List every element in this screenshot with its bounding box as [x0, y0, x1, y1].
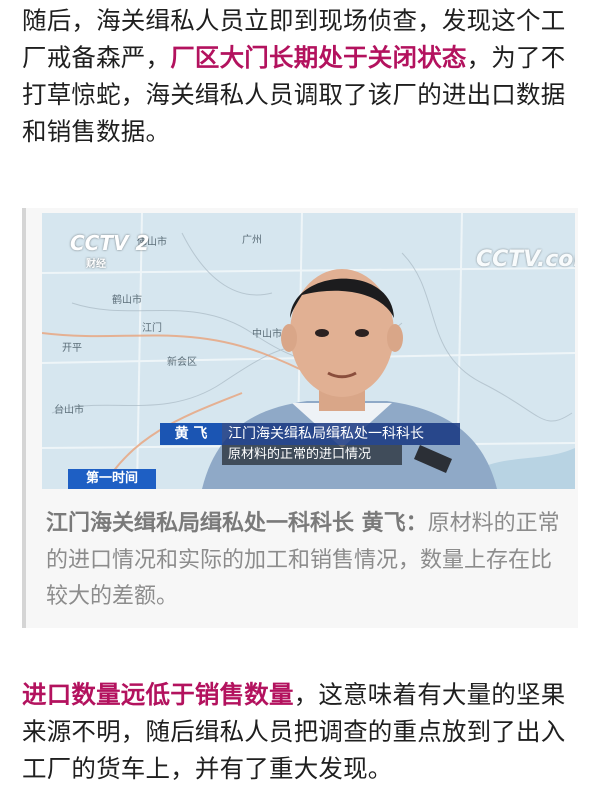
- map-label: 台山市: [54, 403, 84, 416]
- cctv-watermark: CCTV.com: [476, 247, 575, 272]
- map-label: 中山市: [252, 327, 282, 340]
- person-name-tag: 黄 飞: [160, 423, 222, 445]
- quote-caption: 江门海关缉私局缉私处一科科长 黄飞：原材料的正常的进口情况和实际的加工和销售情况…: [46, 506, 566, 616]
- program-name-tag: 第一时间: [68, 469, 156, 489]
- map-label: 广州: [242, 234, 262, 246]
- map-label: 江门: [142, 321, 162, 334]
- person-title-tag: 江门海关缉私局缉私处一科科长: [222, 423, 460, 445]
- lower-third-caption: 黄 飞 江门海关缉私局缉私处一科科长 原材料的正常的进口情况: [160, 421, 460, 471]
- paragraph-1-highlight: 厂区大门长期处于关闭状态: [170, 43, 467, 72]
- map-label: 新会区: [167, 355, 197, 368]
- video-subtitle: 原材料的正常的进口情况: [222, 445, 402, 465]
- map-label: 开平: [62, 343, 82, 354]
- quote-speaker: 江门海关缉私局缉私处一科科长 黄飞：: [46, 511, 428, 536]
- paragraph-2: 进口数量远低于销售数量，这意味着有大量的坚果来源不明，随后缉私人员把调查的重点放…: [22, 676, 582, 787]
- map-label: 鹤山市: [112, 293, 142, 306]
- cctv2-logo: CCTV 2: [70, 231, 150, 255]
- video-frame[interactable]: 佛山市 广州 鹤山市 江门 中山市 新会区 台山市 开平 CCTV 2 财经 C…: [42, 213, 575, 489]
- channel-subtitle: 财经: [86, 259, 106, 270]
- paragraph-1: 随后，海关缉私人员立即到现场侦查，发现这个工厂戒备森严，厂区大门长期处于关闭状态…: [22, 2, 582, 150]
- paragraph-2-highlight: 进口数量远低于销售数量: [22, 680, 294, 709]
